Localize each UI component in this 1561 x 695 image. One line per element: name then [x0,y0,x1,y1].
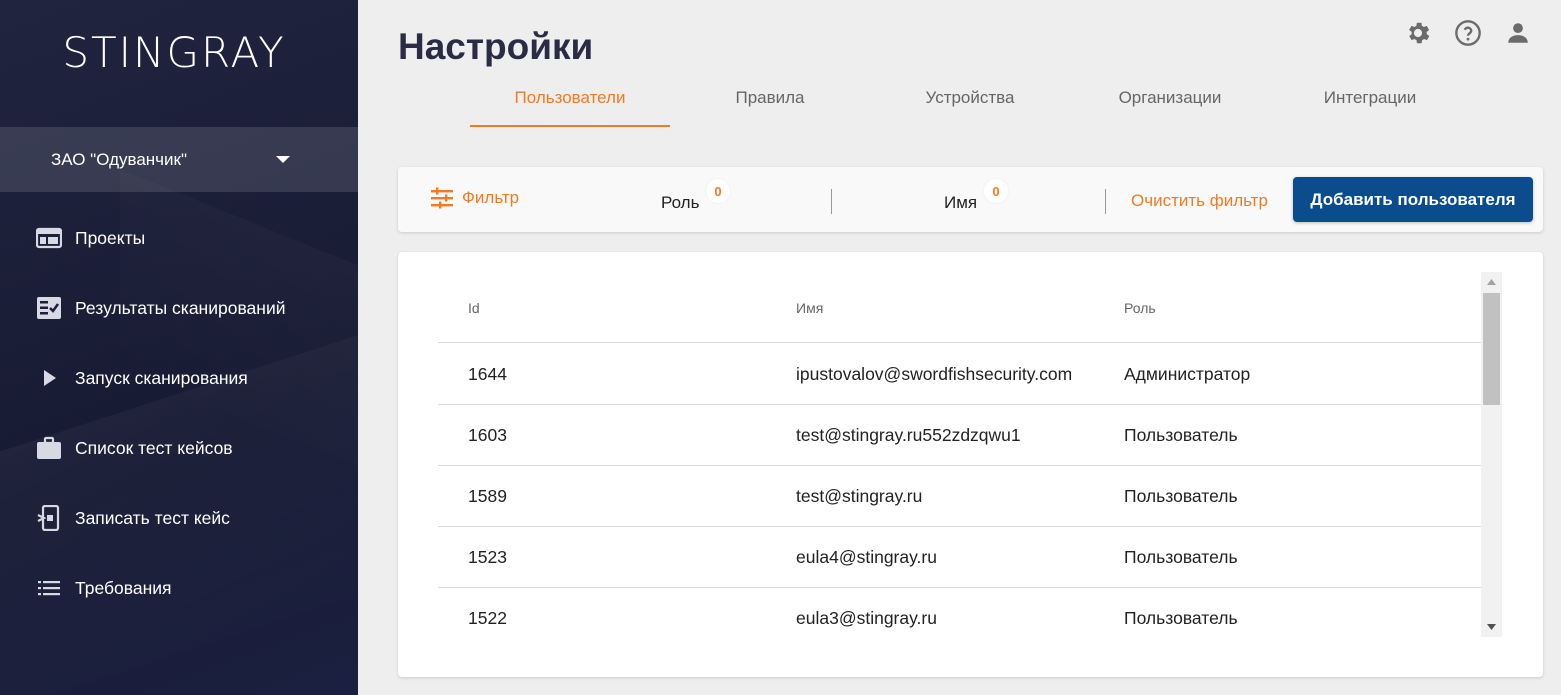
column-header-name[interactable]: Имя [796,300,823,316]
table-row[interactable]: 1522 eula3@stingray.ru Пользователь [438,587,1483,637]
table-header: Id Имя Роль [438,272,1483,343]
scan-results-icon [36,295,62,321]
cell-role: Пользователь [1124,608,1238,628]
name-filter-count-badge: 0 [984,179,1008,203]
sidebar-item-requirements[interactable]: Требования [0,563,358,613]
sidebar-item-label: Результаты сканирований [75,297,286,318]
scrollbar-thumb[interactable] [1483,293,1500,405]
page-title: Настройки [398,26,594,67]
cell-name: eula3@stingray.ru [796,608,937,628]
add-user-button[interactable]: Добавить пользователя [1293,177,1533,222]
column-header-role[interactable]: Роль [1124,300,1156,316]
record-device-icon [36,505,62,531]
cell-role: Пользователь [1124,486,1238,506]
name-filter-label: Имя [944,193,978,212]
filter-button[interactable]: Фильтр [430,187,519,209]
role-filter-count-badge: 0 [706,179,730,203]
cell-name: test@stingray.ru [796,486,923,506]
tab-devices[interactable]: Устройства [870,88,1070,108]
sidebar-item-label: Список тест кейсов [75,437,233,458]
chevron-down-icon [276,156,290,163]
table-row[interactable]: 1589 test@stingray.ru Пользователь [438,465,1483,527]
app-logo[interactable]: STINGRAY [0,28,348,77]
sidebar-item-start-scan[interactable]: Запуск сканирования [0,353,358,403]
cell-role: Пользователь [1124,425,1238,445]
sidebar: STINGRAY ЗАО "Одуванчик" Проекты Результ… [0,0,358,695]
tab-integrations[interactable]: Интеграции [1270,88,1470,108]
list-icon [36,575,62,601]
sidebar-item-label: Требования [75,577,172,598]
role-filter-label: Роль [661,193,700,212]
sidebar-item-label: Запуск сканирования [75,367,248,388]
cell-id: 1589 [468,486,507,506]
organization-select[interactable]: ЗАО "Одуванчик" [0,127,358,192]
cell-name: ipustovalov@swordfishsecurity.com [796,364,1073,384]
active-tab-indicator [470,125,670,127]
filter-bar: Фильтр Роль 0 Имя 0 Очистить фильтр Доба… [398,167,1543,232]
tab-organizations[interactable]: Организации [1070,88,1270,108]
cell-id: 1644 [468,364,507,384]
column-header-id[interactable]: Id [468,300,480,316]
tab-rules[interactable]: Правила [670,88,870,108]
cell-name: eula4@stingray.ru [796,547,937,567]
sidebar-item-test-cases[interactable]: Список тест кейсов [0,423,358,473]
users-table-card: Id Имя Роль 1644 ipustovalov@swordfishse… [398,252,1543,677]
cell-role: Администратор [1124,364,1251,384]
sidebar-item-label: Проекты [75,227,146,248]
sidebar-item-scan-results[interactable]: Результаты сканирований [0,283,358,333]
name-filter[interactable]: Имя [944,193,977,213]
sidebar-item-record-test-case[interactable]: Записать тест кейс [0,493,358,543]
projects-icon [36,225,62,251]
play-icon [36,365,62,391]
scroll-up-arrow-icon[interactable] [1481,272,1502,292]
divider [1105,189,1106,214]
divider [831,189,832,214]
cell-role: Пользователь [1124,547,1238,567]
scroll-down-arrow-icon[interactable] [1481,617,1502,637]
users-table: Id Имя Роль 1644 ipustovalov@swordfishse… [438,272,1483,637]
gear-icon[interactable] [1403,18,1433,48]
sidebar-item-projects[interactable]: Проекты [0,213,358,263]
cell-id: 1523 [468,547,507,567]
cell-id: 1522 [468,608,507,628]
help-icon[interactable] [1453,18,1483,48]
tab-users[interactable]: Пользователи [470,88,670,108]
table-scrollbar[interactable] [1481,272,1502,637]
briefcase-icon [36,435,62,461]
filter-label: Фильтр [462,188,520,207]
filter-icon [430,187,454,209]
organization-label: ЗАО "Одуванчик" [51,149,187,169]
sidebar-item-label: Записать тест кейс [75,507,230,528]
clear-filter-button[interactable]: Очистить фильтр [1131,191,1268,211]
cell-name: test@stingray.ru552zdzqwu1 [796,425,1021,445]
role-filter[interactable]: Роль [661,193,699,213]
table-row[interactable]: 1644 ipustovalov@swordfishsecurity.com А… [438,343,1483,405]
cell-id: 1603 [468,425,507,445]
table-row[interactable]: 1523 eula4@stingray.ru Пользователь [438,526,1483,588]
table-row[interactable]: 1603 test@stingray.ru552zdzqwu1 Пользова… [438,404,1483,466]
user-icon[interactable] [1503,18,1533,48]
